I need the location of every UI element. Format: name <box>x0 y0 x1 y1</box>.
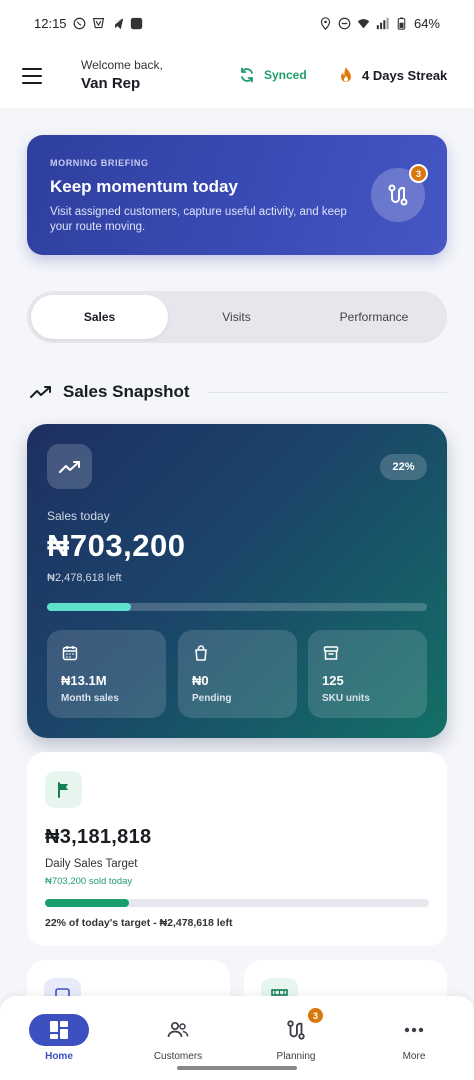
tab-sales[interactable]: Sales <box>31 295 168 339</box>
battery-icon <box>397 16 406 30</box>
target-progress-fill <box>45 899 130 907</box>
home-grid-icon <box>50 1021 68 1039</box>
do-not-disturb-icon <box>338 17 351 29</box>
nav-more[interactable]: More <box>369 1014 459 1062</box>
target-label: Daily Sales Target <box>45 858 138 870</box>
nav-icon-wrap: 3 <box>266 1006 326 1046</box>
app-header: Welcome back, Van Rep Synced 4 Days Stre… <box>0 46 474 108</box>
sales-today-label: Sales today <box>47 509 110 523</box>
location-icon <box>320 16 331 30</box>
briefing-description: Visit assigned customers, capture useful… <box>50 206 347 233</box>
people-icon <box>167 1021 189 1038</box>
section-divider <box>206 391 447 393</box>
stat-value: ₦13.1M <box>61 673 107 688</box>
sales-snapshot-card[interactable]: 22% Sales today ₦703,200 ₦2,478,618 left… <box>27 424 447 738</box>
tab-bar: Sales Visits Performance <box>27 291 447 343</box>
planning-badge: 3 <box>306 1006 325 1025</box>
more-dots-icon <box>404 1027 424 1033</box>
nav-label: Home <box>45 1051 73 1062</box>
sales-progress-fill <box>47 603 131 611</box>
briefing-title: Keep momentum today <box>50 177 238 196</box>
status-right: 64% <box>319 16 440 31</box>
stat-label: Pending <box>192 693 232 704</box>
progress-percent-pill: 22% <box>380 454 427 480</box>
battery-level: 64% <box>413 15 440 31</box>
trend-up-icon <box>30 386 51 398</box>
nav-customers[interactable]: Customers <box>133 1014 223 1062</box>
wifi-icon <box>357 18 370 28</box>
tab-performance[interactable]: Performance <box>305 295 443 339</box>
nav-label: Planning <box>276 1051 316 1062</box>
status-left: 12:15 <box>34 16 143 31</box>
nav-label: More <box>402 1051 426 1062</box>
route-icon <box>287 1020 305 1040</box>
target-note: 22% of today's target - ₦2,478,618 left <box>45 917 233 929</box>
status-time: 12:15 <box>34 15 67 31</box>
briefing-kicker: MORNING BRIEFING <box>50 158 149 168</box>
sync-icon <box>241 67 253 83</box>
streak-label: 4 Days Streak <box>362 67 448 83</box>
section-title: Sales Snapshot <box>63 382 190 401</box>
user-name: Van Rep <box>81 75 141 92</box>
welcome-block: Welcome back, Van Rep <box>81 58 163 92</box>
nav-planning[interactable]: 3 Planning <box>251 1006 341 1062</box>
signal-icon <box>376 17 389 29</box>
flag-icon <box>57 781 68 798</box>
target-icon-box <box>45 771 82 808</box>
calendar-icon <box>62 646 78 661</box>
sales-today-value: ₦703,200 <box>47 528 186 563</box>
route-icon <box>388 184 408 206</box>
whatsapp-icon <box>73 17 85 29</box>
sync-label: Synced <box>264 68 307 82</box>
sales-remaining: ₦2,478,618 left <box>47 572 122 584</box>
stat-sku-units[interactable]: 125 SKU units <box>308 630 427 718</box>
telegram-icon <box>111 18 123 29</box>
stat-value: 125 <box>322 673 344 688</box>
status-bar: 12:15 64% <box>0 0 474 46</box>
menu-icon[interactable] <box>22 68 42 84</box>
nav-home[interactable]: Home <box>14 1014 104 1062</box>
tab-visits[interactable]: Visits <box>168 295 305 339</box>
welcome-text: Welcome back, <box>81 58 163 72</box>
nav-icon-wrap <box>29 1014 89 1046</box>
stat-value: ₦0 <box>192 673 209 688</box>
daily-target-card[interactable]: ₦3,181,818 Daily Sales Target ₦703,200 s… <box>27 752 447 946</box>
sales-progress-bar <box>47 603 427 611</box>
nav-label: Customers <box>153 1051 203 1062</box>
sync-status[interactable]: Synced <box>239 67 307 83</box>
snapshot-icon-box <box>47 444 92 489</box>
stat-label: Month sales <box>61 693 119 704</box>
target-progress-bar <box>45 899 429 907</box>
stat-month-sales[interactable]: ₦13.1M Month sales <box>47 630 166 718</box>
target-value: ₦3,181,818 <box>45 826 152 848</box>
route-button[interactable]: 3 <box>371 164 428 222</box>
flame-icon <box>341 67 351 82</box>
nav-icon-wrap <box>148 1014 208 1046</box>
app-square-icon <box>130 17 142 29</box>
stat-label: SKU units <box>322 693 370 704</box>
streak-indicator[interactable]: 4 Days Streak <box>338 66 447 84</box>
nav-icon-wrap <box>384 1014 444 1046</box>
stat-pending[interactable]: ₦0 Pending <box>178 630 297 718</box>
trend-up-icon <box>58 460 80 473</box>
section-header: Sales Snapshot <box>30 382 447 402</box>
home-indicator[interactable] <box>177 1066 297 1070</box>
target-sold-today: ₦703,200 sold today <box>45 876 133 887</box>
bag-icon <box>195 645 207 661</box>
archive-box-icon <box>323 646 339 660</box>
shield-v-icon <box>92 17 104 28</box>
briefing-badge: 3 <box>409 164 428 183</box>
morning-briefing-card[interactable]: MORNING BRIEFING Keep momentum today Vis… <box>27 135 447 255</box>
